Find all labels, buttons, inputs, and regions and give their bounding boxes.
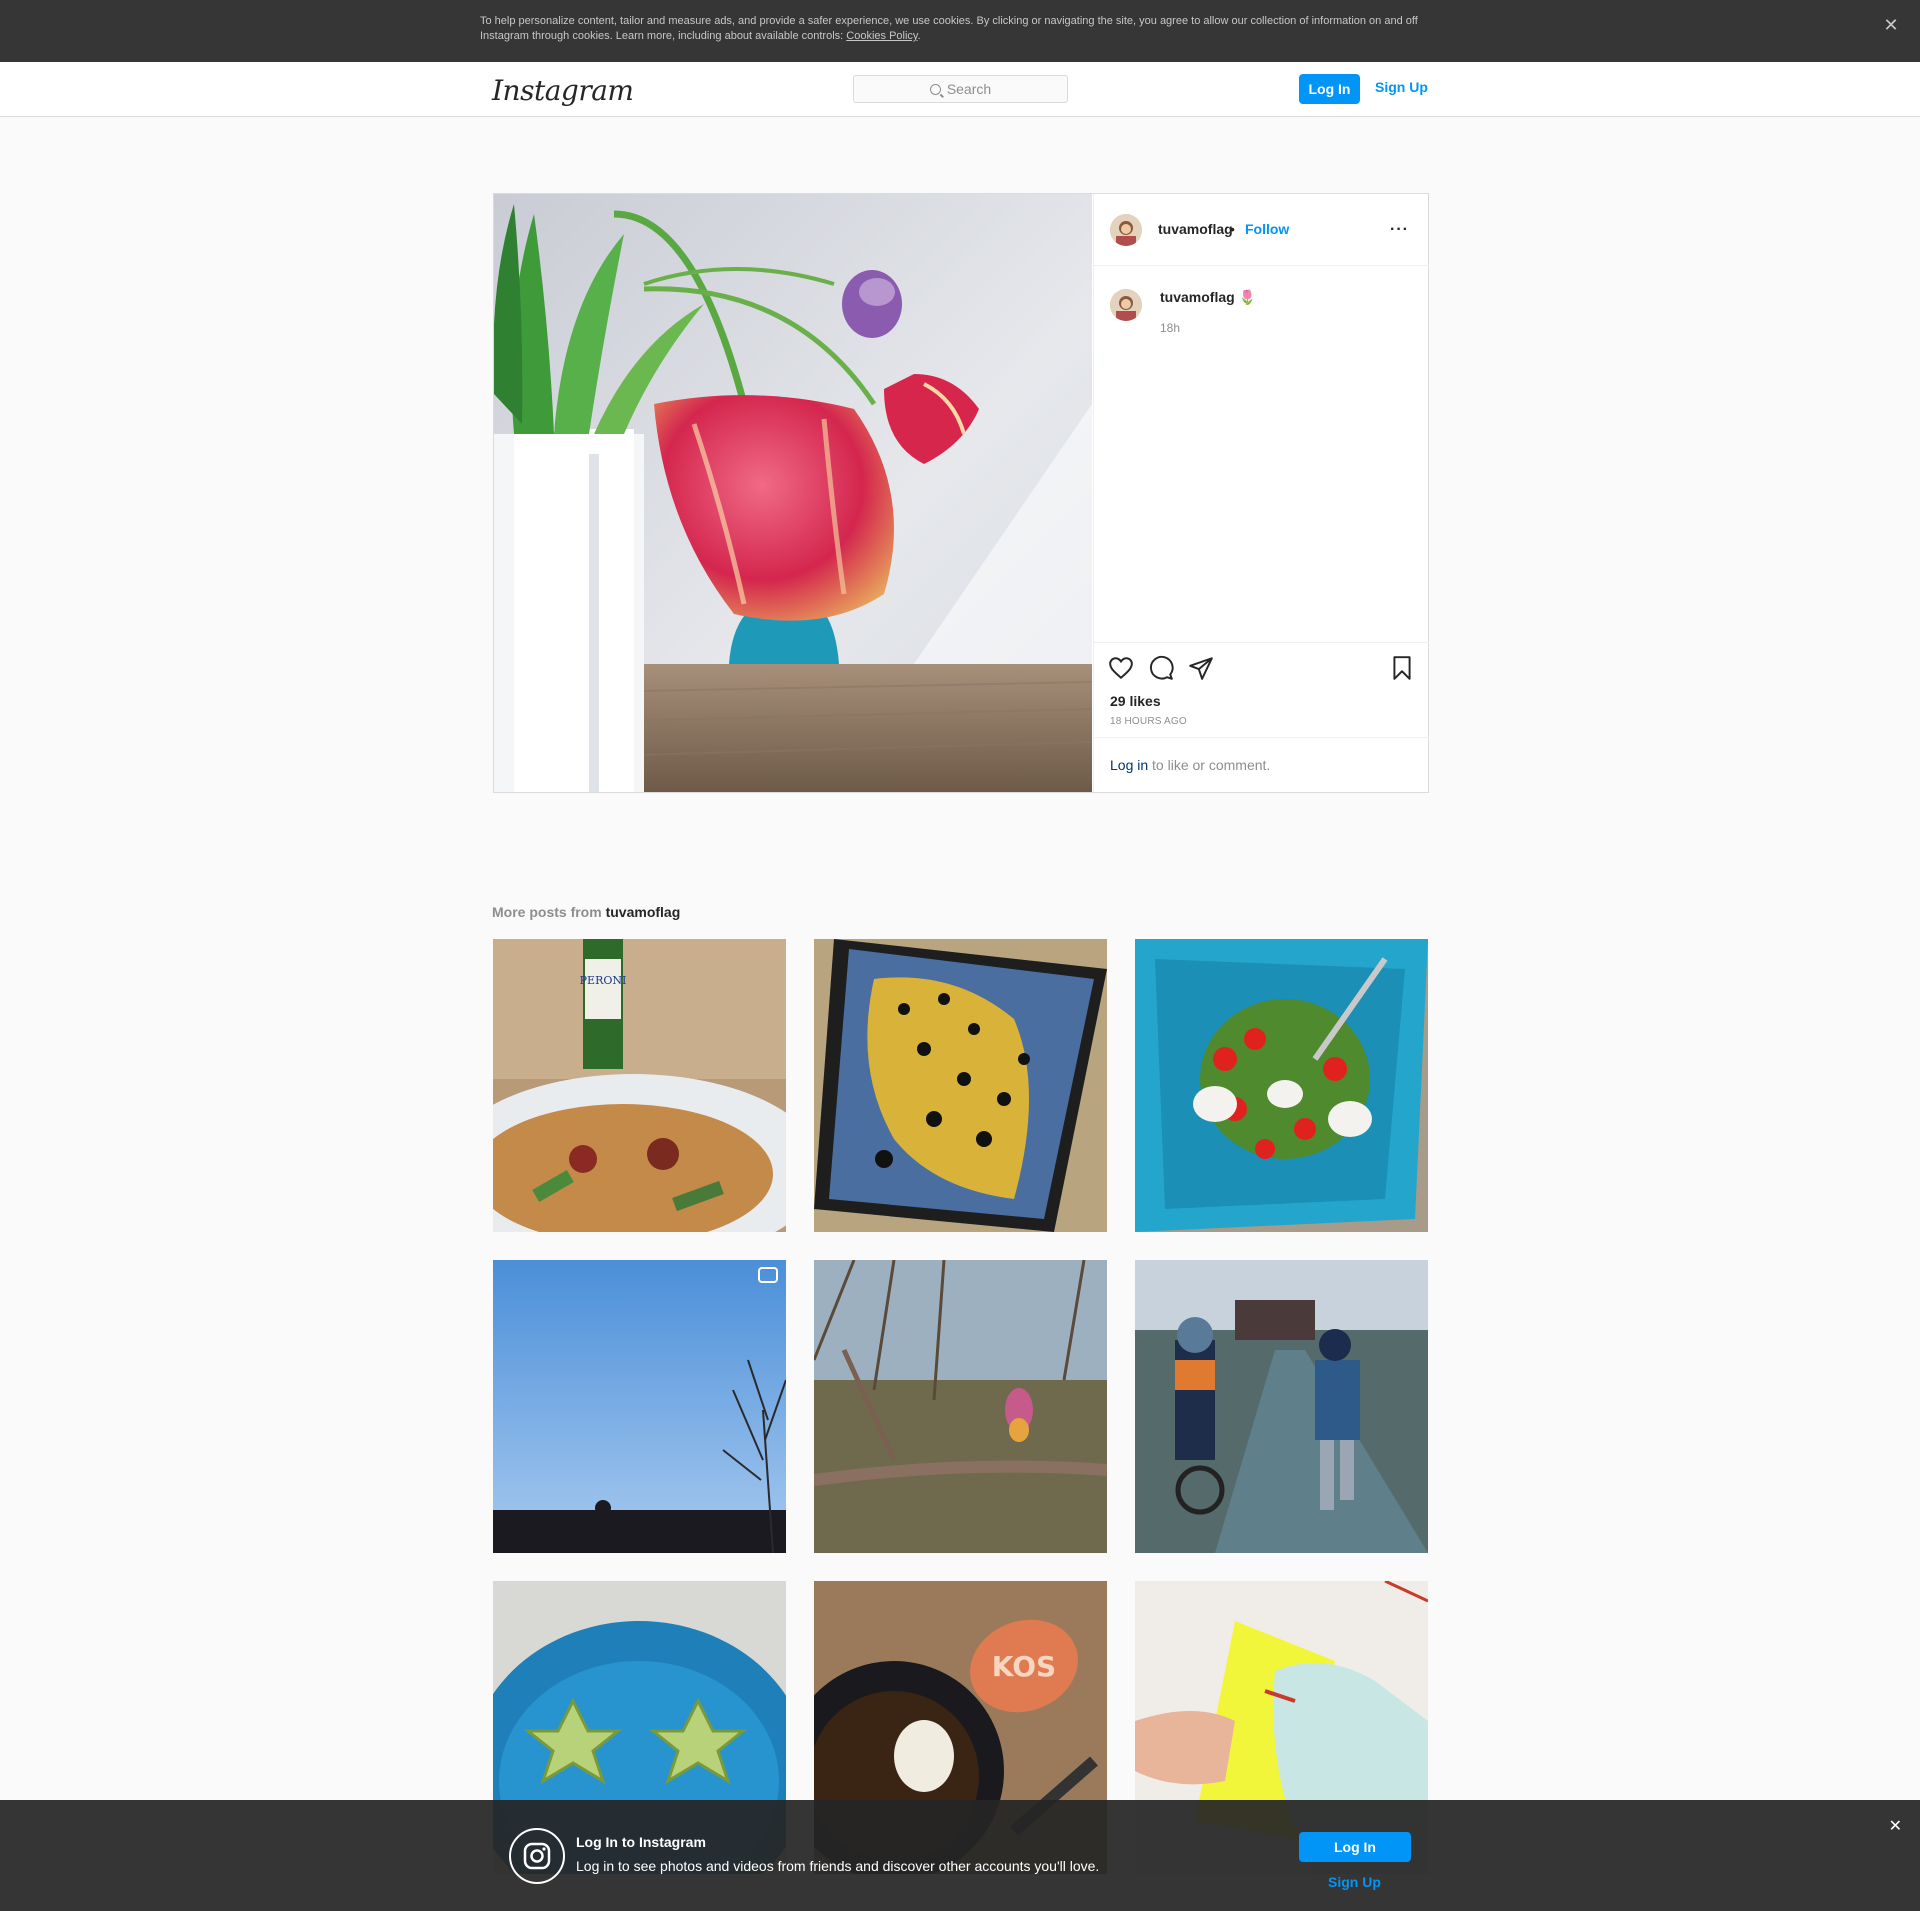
svg-text:KOS: KOS — [992, 1650, 1056, 1683]
svg-text:PERONI: PERONI — [580, 974, 627, 987]
signup-link[interactable]: Sign Up — [1375, 79, 1428, 95]
post-card: tuvamoflag • Follow ··· tuvamoflag 🌷 18h… — [493, 193, 1429, 793]
signup-link[interactable]: Sign Up — [1328, 1874, 1381, 1890]
login-link[interactable]: Log in — [1110, 757, 1148, 773]
avatar[interactable] — [1110, 214, 1142, 246]
login-comment-suffix: to like or comment. — [1148, 757, 1271, 773]
more-posts-title: More posts from tuvamoflag — [492, 904, 680, 920]
post-image[interactable] — [494, 194, 1092, 792]
post-thumbnail[interactable] — [493, 1260, 786, 1553]
more-options-icon[interactable]: ··· — [1390, 221, 1409, 239]
cookies-policy-link[interactable]: Cookies Policy — [846, 30, 917, 42]
post-header: tuvamoflag • Follow ··· — [1094, 194, 1429, 266]
post-thumbnail[interactable]: PERONI — [493, 939, 786, 1232]
login-prompt-title: Log In to Instagram — [576, 1834, 706, 1850]
instagram-logo-icon — [509, 1828, 565, 1884]
caption-avatar[interactable] — [1110, 289, 1142, 321]
login-to-comment: Log in to like or comment. — [1094, 737, 1429, 794]
caption-timestamp: 18h — [1160, 321, 1181, 335]
post-username[interactable]: tuvamoflag — [1158, 221, 1233, 237]
search-input[interactable]: Search — [853, 75, 1068, 103]
caption-username[interactable]: tuvamoflag 🌷 — [1160, 289, 1256, 306]
cookie-text: To help personalize content, tailor and … — [480, 14, 1430, 44]
separator-dot: • — [1230, 221, 1235, 237]
login-prompt-subtitle: Log in to see photos and videos from fri… — [576, 1858, 1100, 1874]
bookmark-icon[interactable] — [1389, 655, 1415, 681]
post-thumbnail[interactable] — [814, 1260, 1107, 1553]
instagram-logo[interactable]: Instagram — [492, 74, 634, 107]
comment-icon[interactable] — [1148, 655, 1174, 681]
cookie-period: . — [917, 30, 921, 42]
post-timestamp: 18 HOURS AGO — [1110, 716, 1187, 727]
cookie-banner: To help personalize content, tailor and … — [0, 0, 1920, 62]
post-thumbnail[interactable] — [814, 939, 1107, 1232]
close-icon[interactable]: ✕ — [1880, 14, 1902, 36]
heart-icon[interactable] — [1108, 655, 1134, 681]
login-button[interactable]: Log In — [1299, 74, 1360, 104]
more-posts-username[interactable]: tuvamoflag — [606, 904, 681, 920]
more-posts-prefix: More posts from — [492, 904, 606, 920]
login-button[interactable]: Log In — [1299, 1832, 1411, 1862]
follow-button[interactable]: Follow — [1245, 221, 1289, 237]
post-sidebar: tuvamoflag • Follow ··· tuvamoflag 🌷 18h… — [1093, 194, 1429, 792]
search-placeholder: Search — [946, 81, 992, 97]
post-thumbnail[interactable] — [1135, 939, 1428, 1232]
top-nav: Instagram Search Log In Sign Up — [0, 62, 1920, 117]
login-prompt-bar: Log In to Instagram Log in to see photos… — [0, 1800, 1920, 1911]
post-actions: 29 likes 18 HOURS AGO Log in to like or … — [1094, 642, 1429, 793]
close-icon[interactable]: ✕ — [1889, 1816, 1902, 1836]
cookie-message: To help personalize content, tailor and … — [480, 15, 1418, 42]
share-icon[interactable] — [1188, 655, 1214, 681]
likes-count[interactable]: 29 likes — [1110, 693, 1161, 709]
post-thumbnail[interactable] — [1135, 1260, 1428, 1553]
search-icon — [929, 84, 941, 95]
